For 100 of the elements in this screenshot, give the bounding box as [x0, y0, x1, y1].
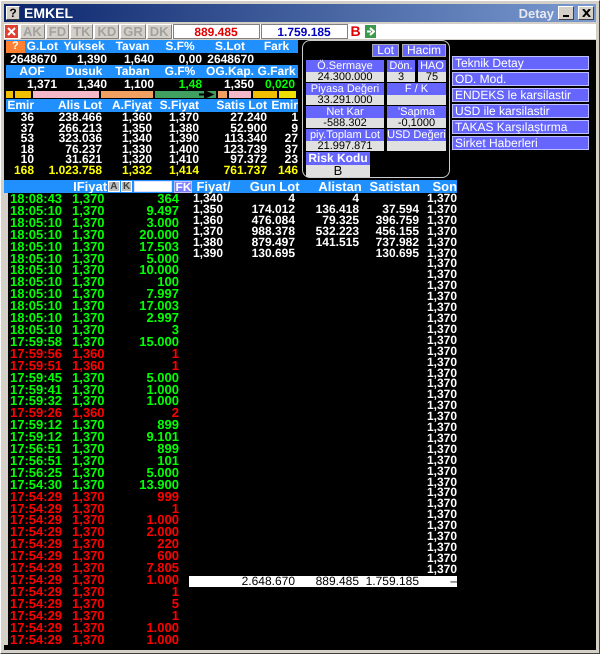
close-button[interactable]: [578, 6, 594, 20]
column-header: Taban: [110, 65, 157, 78]
table-cell-text: 1,370: [72, 336, 106, 348]
table-cell-text: 10: [20, 154, 34, 165]
table-cell-text: 1,370: [72, 193, 105, 205]
table-cell-text: 17:56:51: [9, 443, 64, 455]
column-header: Emir: [267, 99, 298, 112]
total-cell-text: –: [450, 576, 457, 587]
table-cell-text: 1,370: [426, 487, 457, 498]
table-cell-text: 1,370: [426, 280, 457, 292]
table-cell-text: 1,640: [122, 53, 155, 65]
menu-link[interactable]: TAKAS Karşılaştırma: [452, 120, 589, 134]
table-cell-text: 18:05:10: [9, 216, 64, 229]
table-cell-text: 18:05:10: [9, 252, 64, 264]
table-cell-text: 1,410: [168, 154, 199, 165]
arrow-icon[interactable]: [364, 24, 377, 39]
table-cell-text: 1,370: [426, 334, 457, 346]
table-cell-text: 1,370: [72, 276, 106, 288]
menu-link[interactable]: ENDEKS le karsilastir: [452, 88, 589, 102]
table-cell-text: 1,370: [72, 598, 106, 610]
menu-link[interactable]: Sirket Haberleri: [452, 136, 589, 150]
table-cell-text: 1,350: [120, 122, 152, 134]
table-cell-text: 18:05:10: [9, 204, 64, 217]
table-cell-text: 456.155: [374, 226, 419, 237]
table-cell-text: 1,370: [426, 193, 457, 204]
table-cell-text: 1,370: [426, 542, 457, 553]
field-label: Dön.: [387, 60, 415, 72]
table-cell-text: 0,020: [264, 78, 296, 90]
table-cell-text: 899: [157, 419, 179, 432]
minimize-button[interactable]: [558, 6, 574, 20]
table-cell-text: 17:59:45: [9, 372, 64, 384]
table-cell-text: 1,340: [192, 193, 224, 204]
table-cell-text: 17.003: [138, 300, 179, 312]
table-cell-text: 1,370: [72, 204, 106, 217]
table-cell-text: 18:08:43: [9, 193, 64, 205]
table-cell-text: 1,370: [426, 236, 457, 248]
table-cell-text: 1,370: [72, 562, 106, 574]
table-cell-text: 220: [157, 538, 179, 550]
help-icon[interactable]: ?: [6, 40, 25, 52]
total-cell-text: 761.737: [222, 164, 267, 176]
table-cell-text: 1,370: [72, 526, 106, 538]
help-icon[interactable]: ?: [6, 6, 20, 20]
column-header: G.F%: [157, 65, 205, 78]
table-cell-text: 3.000: [146, 216, 179, 229]
table-cell-text: 1,370: [72, 324, 106, 336]
menu-link[interactable]: Teknik Detay: [452, 56, 589, 70]
table-cell-text: 1.000: [145, 514, 179, 526]
sell-total-field: 889.485: [172, 24, 260, 39]
table-cell-text: 13.900: [138, 478, 179, 491]
filter-button[interactable]: K: [120, 181, 132, 192]
table-cell-text: 1,370: [426, 356, 457, 368]
table-cell-text: 1,360: [192, 214, 224, 226]
table-cell-text: 1,380: [168, 122, 199, 134]
menu-link[interactable]: OD. Mod.: [452, 72, 589, 86]
fk-button[interactable]: FK: [174, 180, 192, 192]
table-cell-text: 79.325: [322, 214, 359, 226]
table-cell-text: 23: [284, 154, 298, 165]
table-cell-text: 1: [172, 502, 179, 514]
table-cell-text: 1,370: [168, 112, 199, 123]
field-label: Ö.Sermaye: [306, 60, 384, 72]
table-cell-text: 37.594: [382, 204, 419, 215]
table-cell-text: 1,370: [72, 431, 106, 444]
flag-label: B: [350, 24, 362, 39]
table-cell-text: 18:05:10: [9, 324, 64, 336]
menu-link[interactable]: USD ile karsilastir: [452, 104, 589, 118]
table-cell-text: 999: [157, 490, 179, 503]
filter-field[interactable]: [134, 181, 172, 192]
table-cell-text: 141.515: [314, 236, 359, 248]
column-header: Gun Lot: [248, 179, 300, 194]
table-cell-text: 1,370: [72, 550, 106, 562]
table-cell-text: 532.223: [314, 226, 359, 237]
table-cell-text: 1: [172, 586, 179, 598]
column-header: S.Lot: [205, 40, 257, 53]
filter-button[interactable]: A: [108, 181, 120, 192]
toggle-button[interactable]: Lot: [372, 44, 399, 57]
table-cell-text: 1,370: [72, 538, 106, 550]
column-header: Emir: [6, 99, 34, 112]
table-cell-text: 1,370: [192, 226, 224, 237]
table-cell-text: 5.000: [146, 466, 179, 479]
table-cell-text: 17:59:12: [9, 431, 64, 444]
table-cell-text: 17:54:29: [9, 598, 64, 610]
table-cell-text: 37: [20, 122, 34, 134]
toggle-button[interactable]: Hacim: [402, 44, 446, 57]
field-value: B: [306, 165, 370, 177]
table-cell-text: 1,360: [72, 360, 106, 372]
table-cell-text: 1,370: [72, 312, 106, 324]
table-cell-text: 9: [291, 122, 298, 134]
table-cell-text: 1,370: [426, 204, 457, 215]
table-cell-text: 1,370: [72, 288, 106, 300]
table-cell-text: 5.000: [146, 252, 179, 264]
table-cell-text: 1,370: [72, 228, 106, 241]
table-cell-text: 17:59:41: [9, 384, 64, 396]
column-header: Satistan: [368, 179, 420, 194]
table-cell-text: 20.000: [138, 228, 179, 241]
table-cell-text: 17:54:29: [9, 562, 64, 574]
table-cell-text: 100: [157, 276, 179, 288]
close-icon[interactable]: [4, 24, 19, 39]
table-cell-text: 17:59:58: [9, 336, 64, 348]
table-cell-text: 2648670: [9, 53, 58, 65]
table-cell-text: 323.036: [58, 133, 102, 144]
